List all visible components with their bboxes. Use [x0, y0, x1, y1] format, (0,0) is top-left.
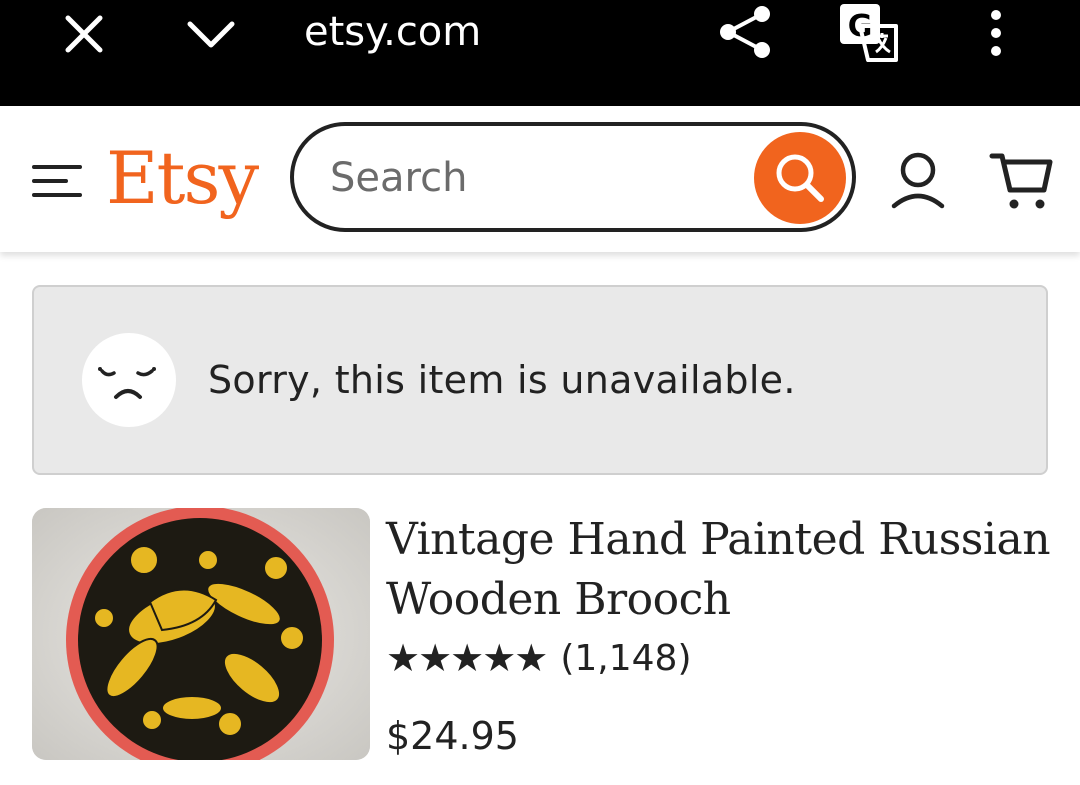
star-rating-icon: ★★★★★ — [386, 636, 548, 680]
more-vert-icon[interactable] — [986, 10, 1006, 60]
listing-price: $24.95 — [386, 714, 519, 758]
address-bar-url[interactable]: etsy.com — [304, 8, 481, 56]
menu-icon[interactable] — [32, 164, 82, 202]
translate-icon[interactable]: G — [838, 2, 900, 66]
listing-rating: ★★★★★ (1,148) — [386, 632, 692, 684]
cart-icon[interactable] — [988, 150, 1054, 216]
listing-title[interactable]: Vintage Hand Painted Russian Wooden Broo… — [386, 510, 1056, 630]
chevron-down-icon[interactable] — [186, 20, 236, 54]
close-icon[interactable] — [64, 14, 104, 58]
review-count: (1,148) — [560, 637, 692, 679]
search-icon — [776, 154, 824, 202]
share-icon[interactable] — [718, 4, 772, 64]
sad-face-icon — [82, 333, 176, 427]
browser-toolbar: etsy.com G — [0, 0, 1080, 106]
listing-image[interactable] — [32, 508, 370, 760]
user-icon[interactable] — [890, 150, 946, 214]
search-input[interactable] — [328, 142, 742, 214]
unavailable-notice: Sorry, this item is unavailable. — [32, 285, 1048, 475]
search-bar — [290, 122, 856, 232]
unavailable-message: Sorry, this item is unavailable. — [208, 358, 796, 402]
search-button[interactable] — [754, 132, 846, 224]
etsy-logo[interactable]: Etsy — [106, 138, 259, 218]
site-header: Etsy — [0, 106, 1080, 252]
